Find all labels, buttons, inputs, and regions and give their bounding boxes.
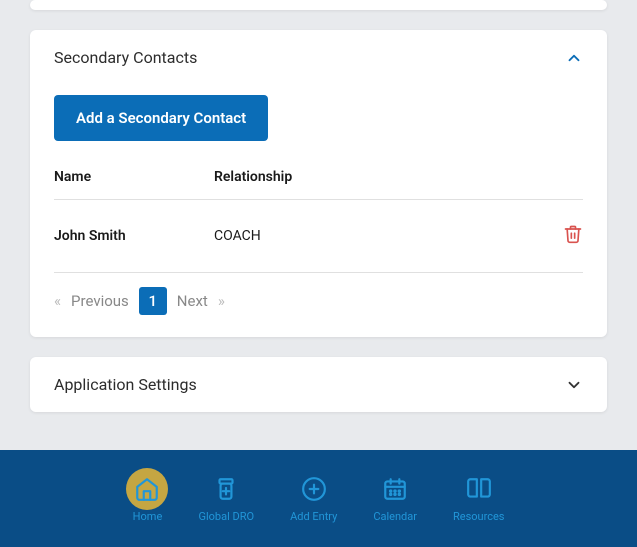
secondary-contacts-header[interactable]: Secondary Contacts [30, 30, 607, 85]
nav-calendar[interactable]: Calendar [373, 474, 417, 523]
application-settings-header[interactable]: Application Settings [30, 357, 607, 412]
pager-last-icon[interactable]: » [218, 292, 225, 310]
calendar-icon [380, 474, 410, 504]
nav-resources-label: Resources [453, 510, 505, 523]
trash-icon [563, 229, 583, 248]
nav-home-label: Home [133, 510, 163, 523]
contact-name: John Smith [54, 228, 214, 244]
column-actions [543, 169, 583, 185]
column-name: Name [54, 169, 214, 185]
add-secondary-contact-button[interactable]: Add a Secondary Contact [54, 95, 268, 141]
pager-previous[interactable]: Previous [71, 292, 129, 310]
application-settings-card: Application Settings [30, 357, 607, 412]
table-row: John Smith COACH [54, 200, 583, 273]
pager-current-page[interactable]: 1 [139, 287, 167, 315]
contacts-header-row: Name Relationship [54, 169, 583, 200]
home-icon [132, 474, 162, 504]
column-relationship: Relationship [214, 169, 543, 185]
bottom-navigation: Home Global DRO Add Entry Calendar Resou… [0, 450, 637, 547]
nav-global-dro[interactable]: Global DRO [198, 474, 254, 523]
secondary-contacts-body: Add a Secondary Contact Name Relationshi… [30, 85, 607, 337]
chevron-down-icon [565, 376, 583, 394]
contact-relationship: COACH [214, 228, 543, 244]
chevron-up-icon [565, 49, 583, 67]
secondary-contacts-title: Secondary Contacts [54, 48, 197, 67]
book-icon [464, 474, 494, 504]
nav-home[interactable]: Home [132, 474, 162, 523]
secondary-contacts-card: Secondary Contacts Add a Secondary Conta… [30, 30, 607, 337]
nav-add-entry-label: Add Entry [290, 510, 337, 523]
main-scroll[interactable]: Secondary Contacts Add a Secondary Conta… [0, 0, 637, 450]
application-settings-title: Application Settings [54, 375, 197, 394]
nav-add-entry[interactable]: Add Entry [290, 474, 337, 523]
nav-resources[interactable]: Resources [453, 474, 505, 523]
pager-first-icon[interactable]: « [54, 292, 61, 310]
nav-calendar-label: Calendar [373, 510, 417, 523]
nav-global-dro-label: Global DRO [198, 510, 254, 523]
pager-next[interactable]: Next [177, 292, 208, 310]
pagination: « Previous 1 Next » [54, 273, 583, 317]
delete-contact-button[interactable] [543, 224, 583, 248]
pill-bottle-icon [211, 474, 241, 504]
plus-circle-icon [299, 474, 329, 504]
card-stub-prev [30, 0, 607, 10]
